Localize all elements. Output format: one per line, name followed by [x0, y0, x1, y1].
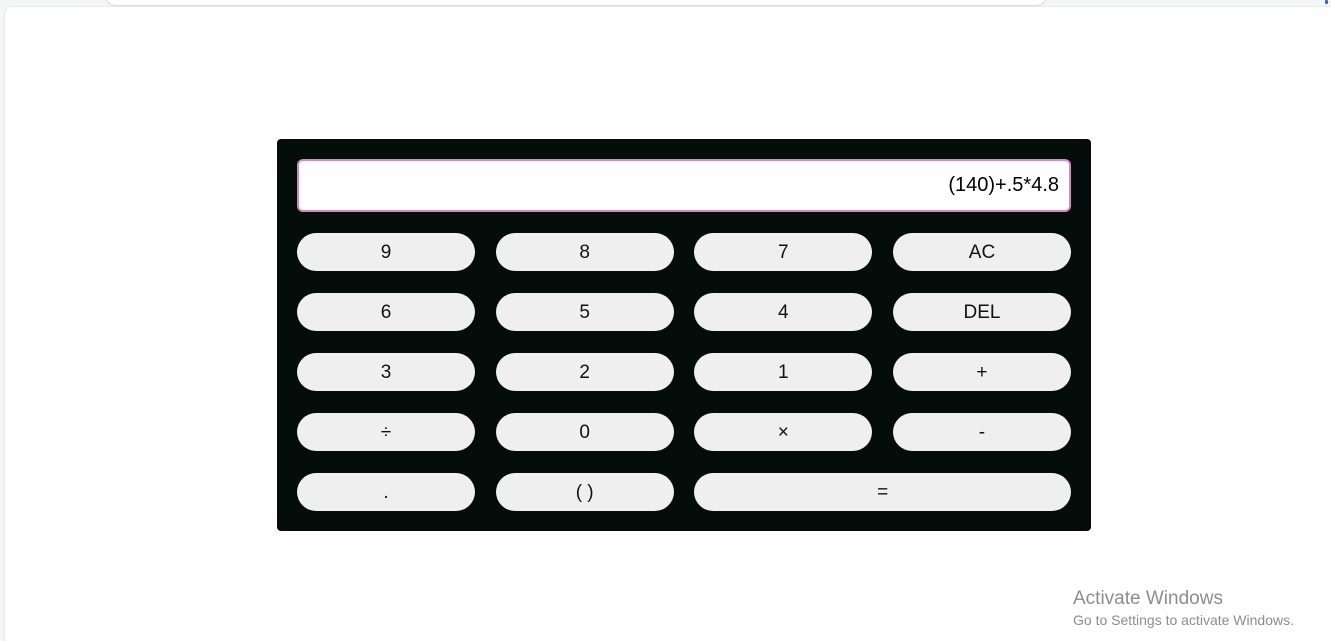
key-9[interactable]: 9: [297, 233, 475, 271]
calculator-display[interactable]: (140)+.5*4.8: [297, 159, 1071, 212]
key-4[interactable]: 4: [694, 293, 873, 331]
key-7[interactable]: 7: [694, 233, 873, 271]
key-1[interactable]: 1: [694, 353, 873, 391]
key-8[interactable]: 8: [495, 233, 674, 271]
page-content: (140)+.5*4.8 9 8 7 AC 6 5 4 DEL 3 2 1 + …: [4, 6, 1331, 641]
calculator-keypad: 9 8 7 AC 6 5 4 DEL 3 2 1 + ÷ 0 × - . ( )…: [297, 233, 1071, 511]
calculator: (140)+.5*4.8 9 8 7 AC 6 5 4 DEL 3 2 1 + …: [277, 139, 1091, 531]
browser-top-accent: [1325, 0, 1328, 4]
key-2[interactable]: 2: [495, 353, 674, 391]
key-divide[interactable]: ÷: [297, 413, 475, 451]
key-decimal[interactable]: .: [297, 473, 475, 511]
key-equals[interactable]: =: [694, 473, 1071, 511]
key-5[interactable]: 5: [495, 293, 674, 331]
key-0[interactable]: 0: [495, 413, 674, 451]
key-multiply[interactable]: ×: [694, 413, 873, 451]
key-6[interactable]: 6: [297, 293, 475, 331]
key-parentheses[interactable]: ( ): [495, 473, 674, 511]
key-ac[interactable]: AC: [892, 233, 1071, 271]
key-del[interactable]: DEL: [892, 293, 1071, 331]
browser-page: (140)+.5*4.8 9 8 7 AC 6 5 4 DEL 3 2 1 + …: [0, 0, 1331, 641]
key-minus[interactable]: -: [892, 413, 1071, 451]
key-plus[interactable]: +: [892, 353, 1071, 391]
key-3[interactable]: 3: [297, 353, 475, 391]
